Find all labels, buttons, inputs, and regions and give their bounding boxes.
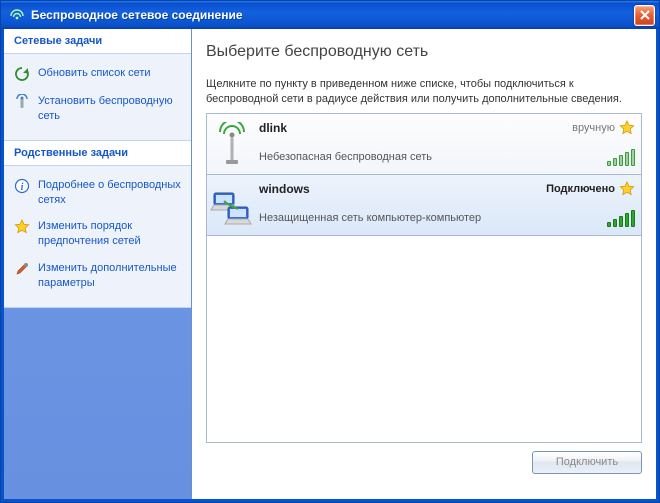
settings-icon [14, 261, 30, 277]
sidebar-item-label: Установить беспроводную сеть [38, 94, 181, 124]
network-list[interactable]: dlink вручную Небезопасная беспроводная … [206, 113, 642, 443]
favorite-star-icon [619, 181, 635, 197]
close-button[interactable] [634, 5, 655, 26]
network-status: Подключено [546, 183, 615, 195]
sidebar-item-label: Обновить список сети [38, 66, 181, 81]
task-group-related: Родственные задачи i Подробнее о беспров… [4, 141, 191, 308]
info-icon: i [14, 178, 30, 194]
network-desc: Небезопасная беспроводная сеть [259, 151, 595, 163]
main-panel: Выберите беспроводную сеть Щелкните по п… [192, 29, 656, 499]
wireless-icon [9, 7, 25, 23]
task-header: Родственные задачи [4, 141, 191, 166]
favorite-star-icon [619, 120, 635, 136]
page-title: Выберите беспроводную сеть [206, 43, 642, 61]
task-items: Обновить список сети Установить беспрово… [4, 54, 191, 141]
network-name: windows [259, 182, 546, 196]
window-body: Сетевые задачи Обновить список сети Уста… [1, 29, 659, 502]
network-body: windows Подключено Незащищенная сеть ком… [257, 175, 641, 235]
sidebar: Сетевые задачи Обновить список сети Уста… [4, 29, 192, 499]
star-icon [14, 219, 30, 235]
network-item[interactable]: dlink вручную Небезопасная беспроводная … [207, 114, 641, 175]
sidebar-item-setup-wireless[interactable]: Установить беспроводную сеть [4, 88, 191, 130]
network-body: dlink вручную Небезопасная беспроводная … [257, 114, 641, 174]
svg-text:i: i [21, 182, 24, 193]
connect-button[interactable]: Подключить [532, 451, 642, 474]
window-title: Беспроводное сетевое соединение [31, 8, 634, 22]
sidebar-item-change-order[interactable]: Изменить порядок предпочтения сетей [4, 213, 191, 255]
refresh-icon [14, 66, 30, 82]
sidebar-item-label: Изменить порядок предпочтения сетей [38, 219, 181, 249]
sidebar-item-advanced-settings[interactable]: Изменить дополнительные параметры [4, 255, 191, 297]
network-desc: Незащищенная сеть компьютер-компьютер [259, 212, 595, 224]
titlebar[interactable]: Беспроводное сетевое соединение [1, 1, 659, 29]
antenna-icon [207, 114, 257, 174]
page-description: Щелкните по пункту в приведенном ниже сп… [206, 77, 642, 107]
task-header: Сетевые задачи [4, 29, 191, 54]
setup-wireless-icon [14, 94, 30, 110]
sidebar-item-label: Подробнее о беспроводных сетях [38, 178, 181, 208]
footer: Подключить [206, 443, 642, 474]
close-icon [640, 10, 650, 20]
sidebar-item-label: Изменить дополнительные параметры [38, 261, 181, 291]
signal-strength-icon [595, 148, 635, 166]
sidebar-item-refresh[interactable]: Обновить список сети [4, 60, 191, 88]
signal-strength-icon [595, 209, 635, 227]
adhoc-icon [207, 175, 257, 235]
task-group-network: Сетевые задачи Обновить список сети Уста… [4, 29, 191, 141]
network-name: dlink [259, 121, 572, 135]
sidebar-item-learn-more[interactable]: i Подробнее о беспроводных сетях [4, 172, 191, 214]
wireless-window: Беспроводное сетевое соединение Сетевые … [0, 0, 660, 503]
network-status: вручную [572, 122, 615, 134]
network-item[interactable]: windows Подключено Незащищенная сеть ком… [207, 175, 641, 236]
task-items: i Подробнее о беспроводных сетях Изменит… [4, 166, 191, 308]
